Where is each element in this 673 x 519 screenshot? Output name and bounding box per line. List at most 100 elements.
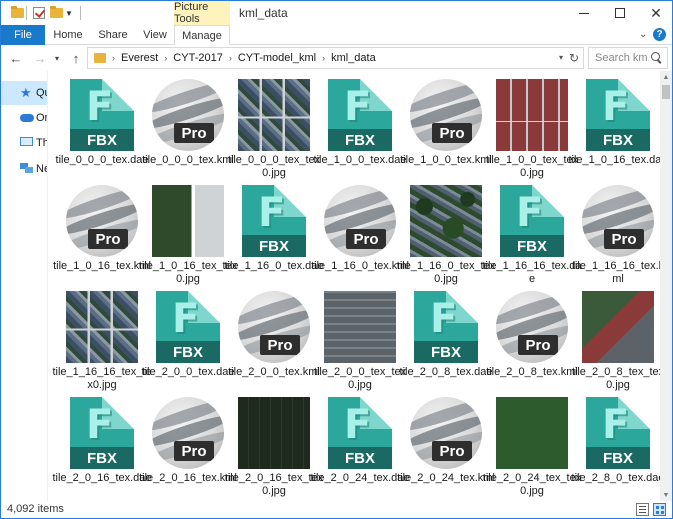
file-item[interactable]: F F FBX tile_1_0_16_tex.dae <box>568 71 660 179</box>
file-name: tile_2_0_16_tex.kml <box>139 472 237 484</box>
file-item[interactable]: F F FBX tile_1_16_0_tex.dae <box>224 177 324 285</box>
picture-tools-context-label: Picture Tools <box>174 1 230 25</box>
tab-file[interactable]: File <box>1 25 45 45</box>
forward-arrow-icon[interactable]: → <box>31 49 49 67</box>
file-item[interactable]: Pro tile_1_0_16_tex.kml <box>52 177 151 285</box>
star-icon: ★ <box>20 85 32 100</box>
fbx-badge: FBX <box>500 235 564 257</box>
google-earth-pro-icon: Pro <box>66 185 138 257</box>
file-item[interactable]: F F FBX tile_2_0_0_tex.dae <box>138 283 234 391</box>
address-bar[interactable]: › Everest › CYT-2017 › CYT-model_kml › k… <box>87 47 584 69</box>
expand-ribbon-icon[interactable]: ⌄ <box>639 29 647 40</box>
image-thumbnail <box>496 397 568 469</box>
fbx-badge: FBX <box>586 447 650 469</box>
google-earth-pro-icon: Pro <box>324 185 396 257</box>
file-item[interactable]: F F FBX tile_2_0_16_tex.dae <box>52 389 152 497</box>
chevron-right-icon[interactable]: › <box>229 53 232 63</box>
chevron-right-icon[interactable]: › <box>322 53 325 63</box>
chevron-right-icon[interactable]: › <box>112 53 115 63</box>
up-arrow-icon[interactable]: ↑ <box>67 49 85 67</box>
scroll-down-icon[interactable]: ▼ <box>660 489 672 501</box>
scroll-thumb[interactable] <box>662 85 670 99</box>
file-item[interactable]: Pro tile_1_16_16_tex.kml <box>568 177 660 285</box>
breadcrumb-item[interactable]: Everest <box>121 52 158 64</box>
file-item[interactable]: F F FBX tile_1_16_16_tex.dae <box>482 177 582 285</box>
sidebar-item-network[interactable]: Ne <box>1 157 47 181</box>
file-item[interactable]: F F FBX tile_1_0_0_tex.dae <box>310 71 406 179</box>
file-list: F F FBX tile_0_0_0_tex.dae Pro tile_0_0_0_tex… <box>48 71 660 501</box>
fbx-file-icon: F F FBX <box>324 397 396 469</box>
file-item[interactable]: tile_2_0_8_tex_tex0.jpg <box>568 283 660 391</box>
file-item[interactable]: tile_1_0_16_tex_tex0.jpg <box>138 177 237 285</box>
tab-view[interactable]: View <box>137 25 173 45</box>
maximize-icon <box>615 8 625 18</box>
sidebar-item-label: On <box>36 112 47 124</box>
file-item[interactable]: tile_0_0_0_tex_tex0.jpg <box>224 71 320 179</box>
address-dropdown-icon[interactable]: ▾ <box>559 53 563 62</box>
sidebar-item-label: Qu <box>36 87 47 99</box>
large-icons-view-icon[interactable] <box>653 503 666 516</box>
file-item[interactable]: Pro tile_1_0_0_tex.kml <box>396 71 492 179</box>
details-view-icon[interactable] <box>636 503 649 516</box>
file-item[interactable]: Pro tile_0_0_0_tex.kml <box>138 71 234 179</box>
breadcrumb-item[interactable]: kml_data <box>331 52 376 64</box>
fbx-letter: F <box>344 84 372 130</box>
sidebar-item-onedrive[interactable]: On <box>1 106 47 130</box>
folder-icon <box>94 53 106 63</box>
back-arrow-icon[interactable]: ← <box>7 49 25 67</box>
file-item[interactable]: F F FBX tile_0_0_0_tex.dae <box>52 71 148 179</box>
sidebar-item-quick-access[interactable]: ★ Qu <box>1 81 47 105</box>
folder-icon[interactable] <box>9 5 25 21</box>
vertical-scrollbar[interactable]: ▲ ▼ <box>660 71 672 501</box>
file-item[interactable]: tile_1_16_16_tex_tex0.jpg <box>52 283 152 391</box>
fbx-badge: FBX <box>414 341 478 363</box>
file-item[interactable]: Pro tile_2_0_24_tex.kml <box>396 389 495 497</box>
new-folder-icon[interactable] <box>48 5 64 21</box>
title-bar: ▼ Picture Tools kml_data ✕ <box>1 1 672 25</box>
file-item[interactable]: tile_1_0_0_tex_tex0.jpg <box>482 71 578 179</box>
search-input[interactable]: Search km... <box>595 52 649 64</box>
fbx-letter: F <box>602 402 630 448</box>
file-item[interactable]: tile_2_0_0_tex_tex0.jpg <box>310 283 406 391</box>
fbx-file-icon: F F FBX <box>66 79 138 151</box>
chevron-right-icon[interactable]: › <box>164 53 167 63</box>
tab-home[interactable]: Home <box>47 25 89 45</box>
recent-locations-dropdown-icon[interactable]: ▾ <box>51 49 63 67</box>
properties-icon[interactable] <box>31 5 47 21</box>
file-item[interactable]: Pro tile_2_0_16_tex.kml <box>138 389 237 497</box>
breadcrumb-item[interactable]: CYT-model_kml <box>238 52 316 64</box>
file-item[interactable]: tile_2_0_24_tex_tex0.jpg <box>482 389 581 497</box>
file-name: tile_1_0_0_tex.kml <box>400 154 492 166</box>
file-name: tile_2_0_24_tex.dae <box>310 472 410 484</box>
pro-badge: Pro <box>174 123 214 143</box>
sidebar-item-this-pc[interactable]: Th <box>1 131 47 155</box>
image-thumbnail <box>238 397 310 469</box>
cloud-icon <box>20 112 34 124</box>
quick-access-dropdown-icon[interactable]: ▼ <box>64 5 74 21</box>
file-item[interactable]: F F FBX tile_2_0_8_tex.dae <box>396 283 492 391</box>
help-icon[interactable]: ? <box>653 28 666 41</box>
google-earth-pro-icon: Pro <box>496 291 568 363</box>
refresh-icon[interactable]: ↻ <box>569 51 579 65</box>
file-name: tile_2_8_0_tex.dae <box>571 472 660 484</box>
file-item[interactable]: tile_2_0_16_tex_tex0.jpg <box>224 389 323 497</box>
fbx-letter: F <box>172 296 200 342</box>
tab-share[interactable]: Share <box>91 25 135 45</box>
file-item[interactable]: Pro tile_2_0_0_tex.kml <box>224 283 320 391</box>
file-name: tile_1_0_0_tex.dae <box>313 154 407 166</box>
fbx-letter: F <box>86 402 114 448</box>
breadcrumb-item[interactable]: CYT-2017 <box>173 52 223 64</box>
fbx-badge: FBX <box>70 129 134 151</box>
close-button[interactable]: ✕ <box>633 1 673 25</box>
file-item[interactable]: tile_1_16_0_tex_tex0.jpg <box>396 177 495 285</box>
scroll-up-icon[interactable]: ▲ <box>660 71 672 83</box>
google-earth-pro-icon: Pro <box>582 185 654 257</box>
file-item[interactable]: Pro tile_2_0_8_tex.kml <box>482 283 578 391</box>
search-box[interactable]: Search km... <box>588 47 668 69</box>
fbx-letter: F <box>86 84 114 130</box>
file-name: tile_2_0_24_tex.kml <box>397 472 495 484</box>
file-item[interactable]: F F FBX tile_2_8_0_tex.dae <box>568 389 660 497</box>
file-item[interactable]: Pro tile_1_16_0_tex.kml <box>310 177 409 285</box>
tab-manage[interactable]: Manage <box>174 25 230 46</box>
file-item[interactable]: F F FBX tile_2_0_24_tex.dae <box>310 389 410 497</box>
